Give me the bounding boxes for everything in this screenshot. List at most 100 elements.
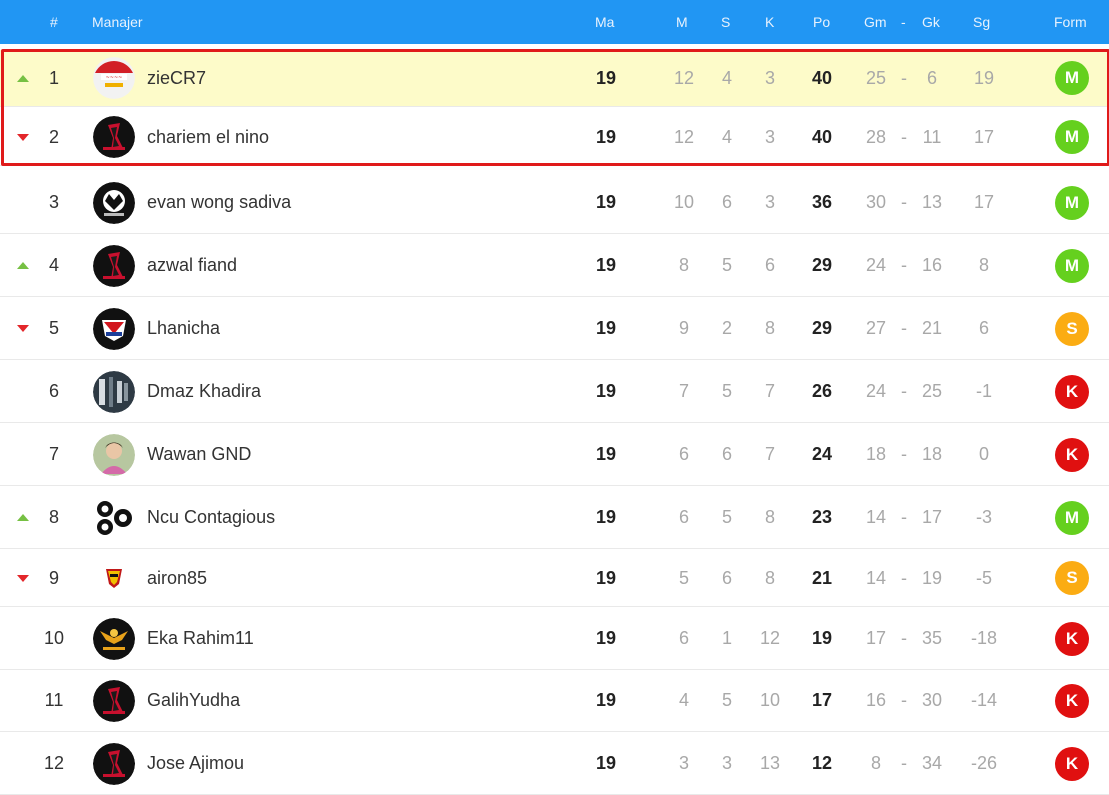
form-badge[interactable]: S [1055,311,1089,346]
table-row[interactable]: 10 Eka Rahim11 19 6 1 12 19 17-35 -18 K [0,608,1109,670]
goal-difference: -18 [970,628,997,648]
avatar[interactable] [92,361,136,422]
avatar[interactable] [92,487,136,548]
goals-against: 35 [921,628,943,648]
form-badge[interactable]: K [1055,437,1089,472]
form-badge[interactable]: K [1055,621,1089,656]
trend-cell [16,670,30,731]
avatar[interactable] [92,235,136,296]
avatar[interactable] [92,670,136,731]
table-row[interactable]: 9 airon85 19 5 6 8 21 14-19 -5 S [0,550,1109,607]
points: 29 [811,318,833,338]
avatar[interactable] [92,733,136,794]
manager-name[interactable]: Jose Ajimou [147,733,244,794]
points: 21 [811,567,833,588]
avatar[interactable]: ~~~~ [92,50,136,106]
form-badge[interactable]: K [1055,683,1089,718]
header-gk[interactable]: Gk [922,14,940,30]
losses: 8 [764,318,775,338]
goal-difference: 0 [978,444,989,464]
header-po[interactable]: Po [813,14,830,30]
manager-name[interactable]: Lhanicha [147,298,220,359]
avatar[interactable] [92,109,136,165]
header-ma[interactable]: Ma [595,14,614,30]
goals-separator: - [901,192,907,212]
goals-against: 17 [921,507,943,527]
table-row[interactable]: 1 ~~~~ zieCR7 19 12 4 3 40 25-6 19 M [0,50,1109,107]
header-gm[interactable]: Gm [864,14,887,30]
losses: 7 [764,381,775,401]
manager-name[interactable]: evan wong sadiva [147,172,291,233]
form-badge[interactable]: M [1055,120,1089,154]
goal-difference: -14 [970,690,997,710]
wins: 9 [678,318,689,338]
manager-name[interactable]: zieCR7 [147,50,206,106]
form-badge[interactable]: M [1055,500,1089,535]
table-row[interactable]: 12 Jose Ajimou 19 3 3 13 12 8-34 -26 K [0,733,1109,795]
goals-separator: - [901,690,907,710]
goals-separator: - [901,255,907,275]
trend-cell [16,608,30,669]
wins: 12 [673,126,695,147]
points: 23 [811,507,833,527]
header-k[interactable]: K [765,14,774,30]
avatar[interactable] [92,424,136,485]
header-m[interactable]: M [676,14,688,30]
table-row[interactable]: 6 Dmaz Khadira 19 7 5 7 26 24-25 -1 K [0,361,1109,423]
manager-name[interactable]: GalihYudha [147,670,240,731]
draws: 5 [721,507,732,527]
table-row[interactable]: 11 GalihYudha 19 4 5 10 17 16-30 -14 K [0,670,1109,732]
header-s[interactable]: S [721,14,730,30]
rank: 12 [43,753,65,773]
rank: 9 [48,567,59,588]
goals-for: 14 [865,567,887,588]
manager-name[interactable]: Ncu Contagious [147,487,275,548]
manager-name[interactable]: chariem el nino [147,109,269,165]
rank: 1 [48,67,59,88]
table-row[interactable]: 7 Wawan GND 19 6 6 7 24 18-18 0 K [0,424,1109,486]
header-manager[interactable]: Manajer [92,14,143,30]
trend-cell [16,424,30,485]
form-badge[interactable]: K [1055,746,1089,781]
form-cell: M [1052,172,1092,233]
trend-cell [16,172,30,233]
goals-against: 11 [922,126,942,147]
losses: 6 [764,255,775,275]
table-row[interactable]: 2 chariem el nino 19 12 4 3 40 28-11 17 M [0,109,1109,166]
goal-difference: 19 [973,67,995,88]
trend-cell [16,50,30,106]
avatar[interactable] [92,172,136,233]
svg-text:~~~~: ~~~~ [106,75,123,81]
avatar[interactable] [92,298,136,359]
trend-cell [16,487,30,548]
points: 24 [811,444,833,464]
table-row[interactable]: 3 evan wong sadiva 19 10 6 3 36 30-13 17 M [0,172,1109,234]
avatar[interactable] [92,550,136,606]
losses: 8 [764,567,775,588]
form-badge[interactable]: M [1055,248,1089,283]
manager-name[interactable]: Dmaz Khadira [147,361,261,422]
goals-against: 30 [921,690,943,710]
form-badge[interactable]: K [1055,374,1089,409]
table-row[interactable]: 8 Ncu Contagious 19 6 5 8 23 14-17 -3 M [0,487,1109,549]
form-badge[interactable]: M [1055,61,1089,95]
goals-separator: - [901,567,907,588]
goals-against: 13 [921,192,943,212]
table-row[interactable]: 5 Lhanicha 19 9 2 8 29 27-21 6 S [0,298,1109,360]
goals-separator: - [901,444,907,464]
manager-name[interactable]: Wawan GND [147,424,251,485]
table-row[interactable]: 4 azwal fiand 19 8 5 6 29 24-16 8 M [0,235,1109,297]
avatar[interactable] [92,608,136,669]
manager-name[interactable]: Eka Rahim11 [147,608,254,669]
goals-separator: - [901,318,907,338]
points: 19 [811,628,833,648]
form-badge[interactable]: S [1055,561,1089,595]
goal-difference: 17 [973,192,995,212]
manager-name[interactable]: airon85 [147,550,207,606]
header-sg[interactable]: Sg [973,14,990,30]
form-badge[interactable]: M [1055,185,1089,220]
manager-name[interactable]: azwal fiand [147,235,237,296]
rank: 3 [48,192,59,212]
arrow-down-icon [17,133,29,141]
losses: 12 [759,628,781,648]
